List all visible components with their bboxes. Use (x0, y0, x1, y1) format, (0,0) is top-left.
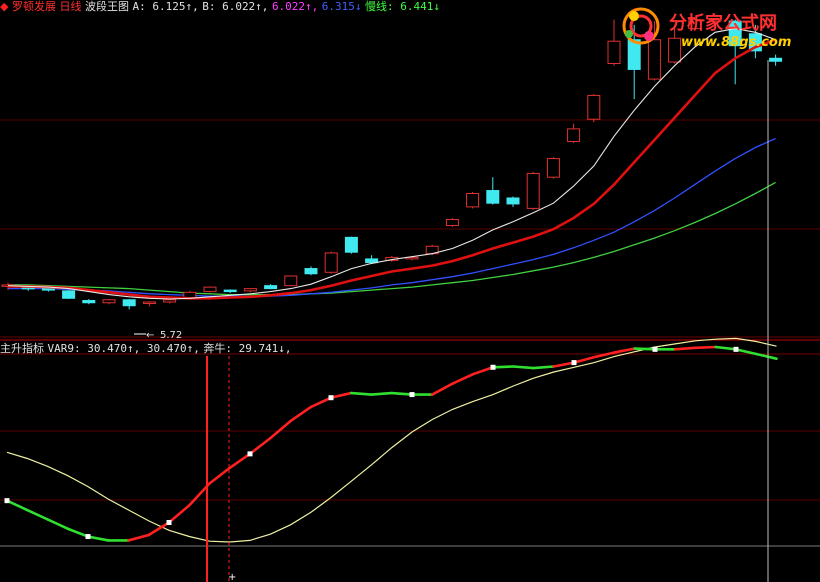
var9-marker (490, 364, 496, 370)
var9-marker (166, 520, 172, 525)
candle-up[interactable] (284, 275, 298, 287)
var9-segment (5, 499, 29, 512)
ma-green-line (8, 181, 776, 296)
var9-segment (370, 391, 394, 396)
candle-up[interactable] (445, 219, 459, 226)
var9-value: VAR9: 30.470↑, 30.470↑, (47, 342, 200, 355)
candle-up[interactable] (546, 158, 560, 178)
low-price-annotation: ← 5.72 (134, 330, 182, 341)
var9-segment (46, 518, 70, 531)
logo-url: www.88gs.com (681, 35, 791, 50)
var9-marker (4, 498, 10, 504)
var9-segment (552, 361, 576, 368)
var9-segment (25, 508, 49, 521)
var9-segment (430, 382, 454, 396)
candle-up[interactable] (203, 286, 217, 293)
logo-title: 分析家公式网 (669, 12, 777, 34)
var9-segment (592, 351, 616, 359)
var9-segment (127, 533, 151, 542)
var9-segment (694, 345, 718, 350)
candle-up[interactable] (567, 128, 581, 143)
candle-up[interactable] (587, 94, 601, 120)
candle-up[interactable] (183, 291, 197, 299)
var9-segment (86, 535, 110, 542)
var9-segment (289, 405, 313, 423)
var9-segment (532, 365, 556, 370)
logo-icon: 分析家公式网 www.88gs.com (622, 7, 791, 50)
value-d: 6.315↓ (321, 0, 362, 13)
var9-segment (572, 355, 596, 364)
var9-marker (409, 392, 415, 398)
candle-down[interactable] (769, 57, 783, 62)
var9-segment (511, 365, 535, 370)
indicator-name[interactable]: 波段王图 (85, 0, 129, 13)
var9-segment (451, 372, 475, 385)
candle-down[interactable] (122, 299, 136, 307)
var9-segment (208, 466, 232, 485)
candle-down[interactable] (264, 285, 278, 290)
candle-up[interactable] (526, 172, 540, 209)
value-b: B: 6.022↑, (202, 0, 269, 13)
cursor-plus-icon: + (228, 572, 236, 582)
var9-segment (633, 347, 657, 351)
var9-segment (734, 348, 758, 356)
low-price-label: 5.72 (160, 330, 182, 341)
var9-marker (247, 451, 253, 457)
var9-marker (85, 534, 91, 540)
chart-canvas[interactable]: + ← 5.72 (0, 0, 820, 582)
candle-down[interactable] (82, 300, 96, 304)
candle-down[interactable] (62, 290, 76, 299)
candle-up[interactable] (102, 299, 116, 304)
value-slow: 慢线: 6.441↓ (365, 0, 441, 13)
candle-up[interactable] (243, 288, 257, 292)
candle-up[interactable] (324, 252, 338, 273)
candle-down[interactable] (344, 236, 358, 253)
indicator-panel-header: 主升指标 VAR9: 30.470↑, 30.470↑, 奔牛: 29.741↓… (0, 342, 292, 355)
var9-marker (328, 395, 334, 401)
var9-segment (66, 527, 90, 538)
var9-segment (754, 352, 778, 361)
stock-name[interactable]: 罗顿发展 (12, 0, 56, 13)
candle-up[interactable] (163, 299, 177, 303)
var9-marker (652, 346, 658, 352)
candle-down[interactable] (304, 268, 318, 275)
candle-up[interactable] (142, 301, 156, 304)
var9-segment (167, 504, 191, 524)
var9-segment (329, 391, 353, 400)
var9-segment (309, 396, 333, 409)
var9-marker (733, 346, 739, 352)
candle-up[interactable] (466, 193, 480, 208)
value-a: A: 6.125↑, (132, 0, 199, 13)
period-label[interactable]: 日线 (59, 0, 81, 13)
value-c: 6.022↑, (271, 0, 319, 13)
bull-line (6, 337, 777, 543)
indicator-panel (4, 337, 778, 543)
var9-segment (471, 365, 495, 376)
cursor: + (206, 60, 769, 582)
var9-segment (349, 391, 373, 396)
price-panel-header: ◆ 罗顿发展 日线 波段王图 A: 6.125↑, B: 6.022↑, 6.0… (0, 0, 440, 13)
warning-icon: ◆ (0, 0, 9, 13)
var9-segment (491, 365, 515, 369)
indicator-title[interactable]: 主升指标 (0, 342, 44, 355)
var9-segment (390, 391, 414, 396)
var9-segment (268, 419, 292, 440)
low-arrow-icon: ← (146, 330, 154, 341)
candle-down[interactable] (21, 287, 35, 290)
candle-down[interactable] (506, 197, 520, 205)
var9-segment (673, 346, 697, 351)
candlestick-panel (1, 17, 783, 310)
bull-value: 奔牛: 29.741↓, (203, 342, 292, 355)
site-watermark: 分析家公式网 www.88gs.com (617, 4, 812, 52)
var9-segment (714, 345, 738, 351)
var9-marker (571, 360, 577, 366)
var9-segment (228, 452, 252, 470)
candle-down[interactable] (486, 190, 500, 204)
var9-segment (248, 436, 272, 456)
chart-window: + ← 5.72 ◆ 罗顿发展 日线 波段王图 A: 6.125↑, B: 6.… (0, 0, 820, 582)
candle-down[interactable] (223, 289, 237, 293)
